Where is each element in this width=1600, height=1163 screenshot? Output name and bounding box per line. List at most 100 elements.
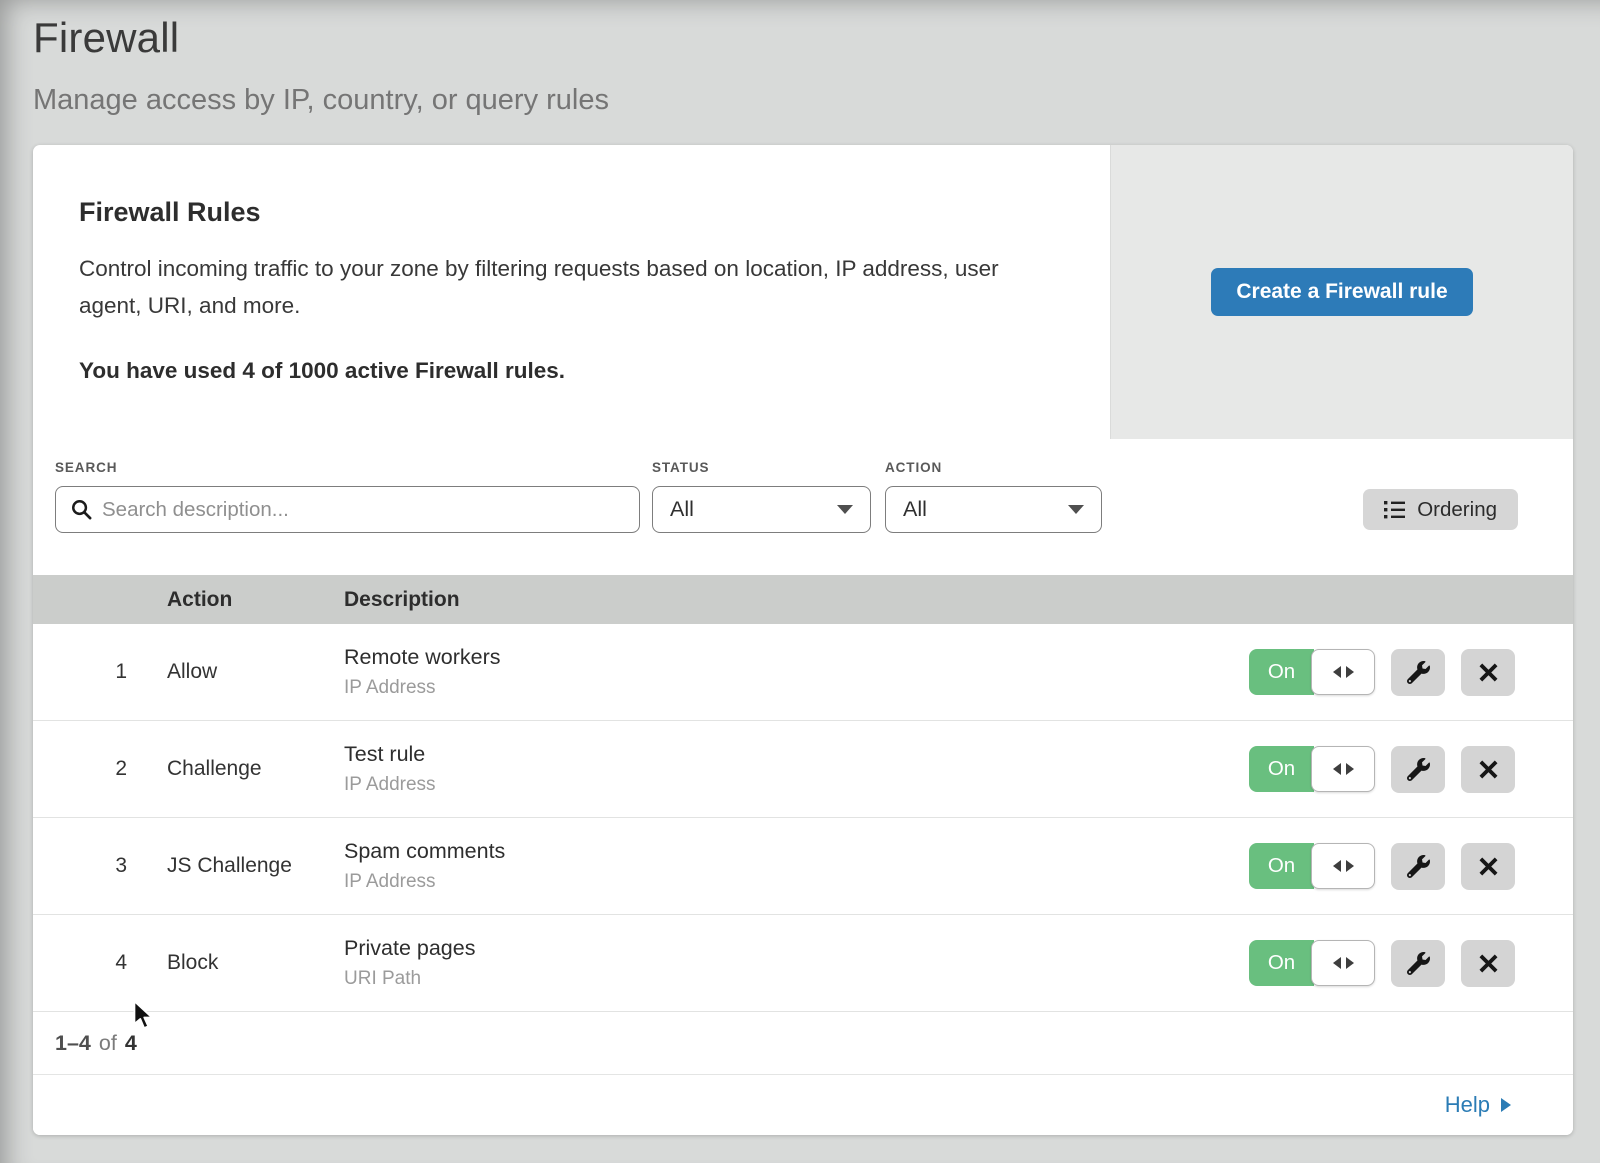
filter-bar: SEARCH STATUS All ACTION (33, 439, 1573, 575)
edit-rule-button[interactable] (1391, 649, 1445, 696)
delete-rule-button[interactable] (1461, 843, 1515, 890)
rule-description: Spam comments (344, 839, 1143, 864)
edit-rule-button[interactable] (1391, 746, 1445, 793)
ordering-list-icon (1384, 500, 1405, 519)
create-rule-panel: Create a Firewall rule (1110, 145, 1573, 439)
arrow-right-icon (1346, 763, 1354, 775)
wrench-icon (1407, 855, 1430, 878)
help-arrow-icon (1501, 1098, 1511, 1112)
status-select[interactable]: All (652, 486, 871, 533)
rule-controls: On (1143, 649, 1573, 696)
wrench-icon (1407, 952, 1430, 975)
rule-match-type: IP Address (344, 774, 1143, 796)
rules-description: Control incoming traffic to your zone by… (79, 250, 1029, 324)
search-field-group: SEARCH (55, 460, 640, 533)
wrench-icon (1407, 758, 1430, 781)
toggle-on-label: On (1249, 649, 1314, 695)
action-label: ACTION (885, 460, 1102, 475)
rule-enabled-toggle[interactable]: On (1249, 746, 1375, 792)
toggle-on-label: On (1249, 843, 1314, 889)
rule-priority: 2 (33, 757, 143, 781)
close-icon (1478, 856, 1499, 877)
rule-priority: 4 (33, 951, 143, 975)
rule-description: Test rule (344, 742, 1143, 767)
rule-action: Block (143, 951, 320, 975)
arrow-left-icon (1333, 763, 1341, 775)
rule-action: Allow (143, 660, 320, 684)
rule-action: Challenge (143, 757, 320, 781)
column-description: Description (320, 588, 1143, 612)
pagination-range: 1–4 (55, 1031, 91, 1056)
rule-controls: On (1143, 843, 1573, 890)
page-subtitle: Manage access by IP, country, or query r… (33, 84, 1600, 117)
rules-heading: Firewall Rules (79, 197, 1050, 228)
delete-rule-button[interactable] (1461, 746, 1515, 793)
rules-usage-note: You have used 4 of 1000 active Firewall … (79, 358, 1050, 384)
search-label: SEARCH (55, 460, 640, 475)
rule-description: Private pages (344, 936, 1143, 961)
pagination-total: 4 (125, 1031, 137, 1056)
table-row: 4 Block Private pages URI Path On (33, 915, 1573, 1012)
help-footer: Help (33, 1074, 1573, 1135)
rules-intro-text: Firewall Rules Control incoming traffic … (33, 145, 1110, 439)
rule-enabled-toggle[interactable]: On (1249, 649, 1375, 695)
arrow-left-icon (1333, 666, 1341, 678)
ordering-button[interactable]: Ordering (1363, 489, 1518, 530)
close-icon (1478, 662, 1499, 683)
table-row: 3 JS Challenge Spam comments IP Address … (33, 818, 1573, 915)
arrow-right-icon (1346, 957, 1354, 969)
rule-action: JS Challenge (143, 854, 320, 878)
status-selected-value: All (670, 497, 694, 522)
table-row: 1 Allow Remote workers IP Address On (33, 624, 1573, 721)
rule-controls: On (1143, 746, 1573, 793)
rule-description-cell: Spam comments IP Address (320, 839, 1143, 893)
rule-match-type: IP Address (344, 677, 1143, 699)
page-header: Firewall Manage access by IP, country, o… (33, 14, 1600, 117)
delete-rule-button[interactable] (1461, 940, 1515, 987)
search-input-wrapper (55, 486, 640, 533)
status-filter-group: STATUS All (652, 460, 871, 533)
search-input[interactable] (55, 486, 640, 533)
action-filter-group: ACTION All (885, 460, 1102, 533)
rule-description-cell: Test rule IP Address (320, 742, 1143, 796)
table-row: 2 Challenge Test rule IP Address On (33, 721, 1573, 818)
rule-priority: 3 (33, 854, 143, 878)
help-link-label: Help (1445, 1092, 1490, 1118)
ordering-button-label: Ordering (1417, 498, 1497, 522)
arrow-left-icon (1333, 860, 1341, 872)
edit-rule-button[interactable] (1391, 940, 1445, 987)
rule-description-cell: Private pages URI Path (320, 936, 1143, 990)
pagination: 1–4 of 4 (33, 1012, 1573, 1074)
create-firewall-rule-button[interactable]: Create a Firewall rule (1211, 268, 1472, 316)
rule-match-type: URI Path (344, 968, 1143, 990)
help-link[interactable]: Help (1445, 1092, 1511, 1118)
status-label: STATUS (652, 460, 871, 475)
close-icon (1478, 953, 1499, 974)
viewport: Firewall Manage access by IP, country, o… (0, 0, 1600, 1163)
rule-enabled-toggle[interactable]: On (1249, 940, 1375, 986)
rule-match-type: IP Address (344, 871, 1143, 893)
wrench-icon (1407, 661, 1430, 684)
arrow-right-icon (1346, 860, 1354, 872)
rules-intro-section: Firewall Rules Control incoming traffic … (33, 145, 1573, 439)
edit-rule-button[interactable] (1391, 843, 1445, 890)
toggle-knob[interactable] (1311, 746, 1375, 792)
arrow-left-icon (1333, 957, 1341, 969)
rule-description: Remote workers (344, 645, 1143, 670)
column-action: Action (143, 588, 320, 612)
toggle-knob[interactable] (1311, 649, 1375, 695)
firewall-rules-card: Firewall Rules Control incoming traffic … (33, 145, 1573, 1135)
toggle-knob[interactable] (1311, 940, 1375, 986)
rule-description-cell: Remote workers IP Address (320, 645, 1143, 699)
action-select[interactable]: All (885, 486, 1102, 533)
arrow-right-icon (1346, 666, 1354, 678)
rule-controls: On (1143, 940, 1573, 987)
rule-priority: 1 (33, 660, 143, 684)
action-selected-value: All (903, 497, 927, 522)
toggle-knob[interactable] (1311, 843, 1375, 889)
chevron-down-icon (837, 505, 853, 514)
rule-enabled-toggle[interactable]: On (1249, 843, 1375, 889)
delete-rule-button[interactable] (1461, 649, 1515, 696)
table-header-row: Action Description (33, 575, 1573, 624)
toggle-on-label: On (1249, 940, 1314, 986)
